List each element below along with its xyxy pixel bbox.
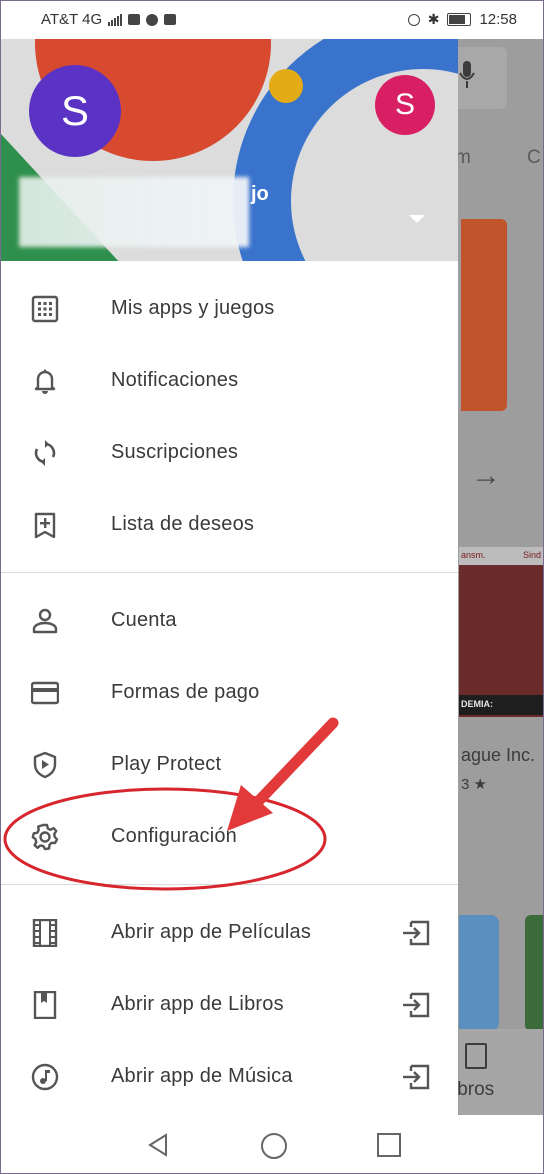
book-icon bbox=[33, 991, 57, 1019]
battery-icon bbox=[447, 13, 472, 26]
apps-grid-icon bbox=[31, 295, 59, 323]
phone-screen: AT&T 4G ✱ 12:58 m C → ansm. Sind DEMIA: … bbox=[0, 0, 544, 1174]
bell-icon bbox=[34, 369, 56, 394]
game-cover[interactable] bbox=[459, 547, 543, 717]
bookmark-add-icon bbox=[34, 512, 56, 539]
message-icon bbox=[164, 14, 177, 25]
menu-item-label: Lista de deseos bbox=[111, 513, 255, 535]
menu-item-payment-methods[interactable]: Formas de pago bbox=[1, 657, 458, 729]
avatar[interactable]: S bbox=[29, 65, 121, 157]
avatar-letter: S bbox=[394, 88, 415, 121]
menu-item-open-music[interactable]: Abrir app de Música bbox=[1, 1041, 458, 1113]
credit-card-icon bbox=[31, 681, 59, 705]
person-icon bbox=[32, 608, 58, 634]
tab-partial[interactable]: C bbox=[527, 147, 541, 169]
clock: 12:58 bbox=[479, 11, 517, 28]
menu-item-label: Cuenta bbox=[111, 609, 177, 631]
mic-icon[interactable] bbox=[459, 61, 475, 89]
status-bar: AT&T 4G ✱ 12:58 bbox=[1, 1, 543, 39]
signal-icon bbox=[108, 13, 123, 26]
game-banner: ansm. Sind bbox=[459, 547, 543, 565]
account-name: jo bbox=[251, 183, 269, 205]
account-header[interactable]: S S jo bbox=[1, 39, 458, 261]
open-app-icon[interactable] bbox=[401, 919, 431, 947]
menu-item-label: Formas de pago bbox=[111, 681, 260, 703]
status-left: AT&T 4G bbox=[41, 11, 177, 28]
mail-icon bbox=[128, 14, 141, 25]
carrier-label: AT&T 4G bbox=[41, 11, 103, 28]
status-right: ✱ 12:58 bbox=[407, 11, 517, 28]
menu-item-label: Configuración bbox=[111, 825, 238, 847]
menu-item-label: Play Protect bbox=[111, 753, 222, 775]
app-cover[interactable] bbox=[459, 915, 499, 1031]
refresh-icon bbox=[34, 440, 56, 466]
bottom-nav bbox=[459, 1029, 543, 1115]
menu-item-label: Suscripciones bbox=[111, 441, 239, 463]
secondary-account-avatar[interactable]: S bbox=[375, 75, 435, 135]
game-rating: 3 ★ bbox=[461, 776, 487, 793]
menu-item-wishlist[interactable]: Lista de deseos bbox=[1, 489, 458, 561]
menu-item-label: Notificaciones bbox=[111, 369, 239, 391]
menu-item-label: Abrir app de Música bbox=[111, 1065, 293, 1087]
game-banner-left: ansm. bbox=[461, 550, 486, 560]
app-cover[interactable] bbox=[525, 915, 543, 1031]
menu-item-notifications[interactable]: Notificaciones bbox=[1, 345, 458, 417]
open-app-icon[interactable] bbox=[401, 991, 431, 1019]
music-note-icon bbox=[31, 1063, 59, 1091]
bluetooth-icon: ✱ bbox=[427, 11, 440, 27]
menu-item-my-apps[interactable]: Mis apps y juegos bbox=[1, 273, 458, 345]
game-banner-right: Sind bbox=[522, 550, 541, 560]
menu-item-settings[interactable]: Configuración bbox=[1, 801, 458, 873]
menu-item-play-protect[interactable]: Play Protect bbox=[1, 729, 458, 801]
menu-item-open-books[interactable]: Abrir app de Libros bbox=[1, 969, 458, 1041]
home-icon[interactable] bbox=[261, 1133, 287, 1159]
open-app-icon[interactable] bbox=[401, 1063, 431, 1091]
menu-item-open-movies[interactable]: Abrir app de Películas bbox=[1, 897, 458, 969]
recent-apps-icon[interactable] bbox=[377, 1133, 401, 1157]
bottom-nav-label[interactable]: ibros bbox=[453, 1079, 494, 1101]
messenger-icon bbox=[146, 13, 159, 26]
menu-item-label: Abrir app de Películas bbox=[111, 921, 312, 943]
header-decoration bbox=[269, 69, 303, 103]
alarm-icon bbox=[407, 13, 420, 26]
film-icon bbox=[32, 919, 58, 947]
system-nav-bar bbox=[1, 1115, 543, 1173]
menu-item-subscriptions[interactable]: Suscripciones bbox=[1, 417, 458, 489]
game-caption: DEMIA: bbox=[461, 699, 493, 709]
arrow-right-icon[interactable]: → bbox=[471, 459, 501, 493]
account-switch-caret-icon[interactable] bbox=[409, 215, 425, 223]
account-name-redacted bbox=[19, 177, 249, 247]
menu-item-label: Abrir app de Libros bbox=[111, 993, 284, 1015]
game-caption-bar: DEMIA: bbox=[459, 695, 543, 715]
game-title[interactable]: ague Inc. bbox=[461, 745, 535, 766]
book-icon[interactable] bbox=[465, 1043, 487, 1069]
divider bbox=[1, 572, 458, 573]
avatar-letter: S bbox=[60, 87, 89, 134]
back-icon[interactable] bbox=[147, 1133, 169, 1157]
navigation-drawer: S S jo Mis apps y juegos Notificaciones bbox=[1, 39, 458, 1115]
shield-play-icon bbox=[33, 751, 57, 779]
menu-item-account[interactable]: Cuenta bbox=[1, 585, 458, 657]
featured-card[interactable] bbox=[461, 219, 507, 411]
menu-item-label: Mis apps y juegos bbox=[111, 297, 275, 319]
divider bbox=[1, 884, 458, 885]
gear-icon bbox=[31, 823, 59, 851]
